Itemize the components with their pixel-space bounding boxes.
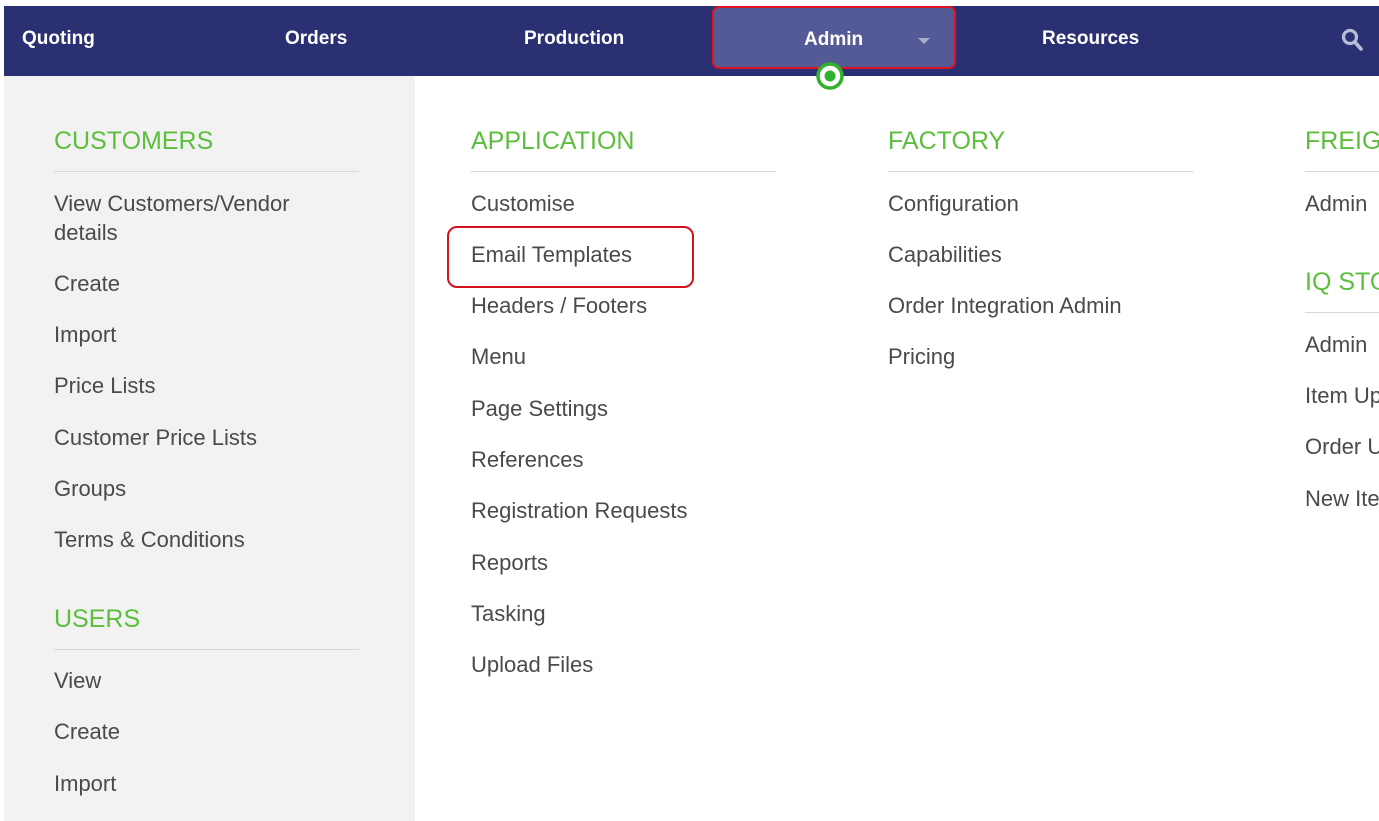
menu-link-menu[interactable]: Menu [471, 342, 526, 371]
menu-link-customers-create[interactable]: Create [54, 269, 120, 298]
menu-link-freight-admin[interactable]: Admin [1305, 189, 1367, 218]
menu-link-references[interactable]: References [471, 445, 584, 474]
top-nav-bar: Quoting Orders Production Admin Resource… [4, 6, 1379, 76]
divider [471, 171, 776, 172]
divider [54, 171, 359, 172]
divider [1305, 171, 1379, 172]
menu-link-reports[interactable]: Reports [471, 548, 548, 577]
nav-item-resources[interactable]: Resources [1042, 6, 1139, 76]
menu-link-iq-store-admin[interactable]: Admin [1305, 330, 1367, 359]
menu-link-customers-import[interactable]: Import [54, 320, 116, 349]
heading-iq-store: IQ STO [1305, 268, 1379, 296]
nav-item-admin[interactable]: Admin [712, 6, 956, 69]
menu-link-users-import[interactable]: Import [54, 769, 116, 798]
menu-link-configuration[interactable]: Configuration [888, 189, 1019, 218]
heading-customers: CUSTOMERS [54, 127, 214, 155]
heading-freight: FREIG [1305, 127, 1379, 155]
menu-link-upload-files[interactable]: Upload Files [471, 650, 593, 679]
menu-link-terms-conditions[interactable]: Terms & Conditions [54, 525, 245, 554]
chevron-down-icon [918, 38, 930, 44]
divider [54, 649, 359, 650]
menu-link-order-upload[interactable]: Order U [1305, 432, 1379, 461]
divider [888, 171, 1193, 172]
target-marker-icon [816, 62, 844, 90]
menu-link-view-customers[interactable]: View Customers/Vendor details [54, 189, 354, 247]
menu-link-customer-price-lists[interactable]: Customer Price Lists [54, 423, 257, 452]
menu-link-capabilities[interactable]: Capabilities [888, 240, 1002, 269]
menu-link-price-lists[interactable]: Price Lists [54, 371, 155, 400]
menu-link-customise[interactable]: Customise [471, 189, 575, 218]
divider [1305, 312, 1379, 313]
menu-link-groups[interactable]: Groups [54, 474, 126, 503]
menu-link-users-view[interactable]: View [54, 666, 101, 695]
heading-application: APPLICATION [471, 127, 635, 155]
menu-link-users-create[interactable]: Create [54, 717, 120, 746]
nav-item-production[interactable]: Production [524, 6, 624, 76]
menu-link-pricing[interactable]: Pricing [888, 342, 955, 371]
heading-users: USERS [54, 605, 141, 633]
menu-link-item-upload[interactable]: Item Up [1305, 381, 1379, 410]
menu-link-page-settings[interactable]: Page Settings [471, 394, 608, 423]
admin-menu-page: Quoting Orders Production Admin Resource… [0, 0, 1379, 821]
menu-link-tasking[interactable]: Tasking [471, 599, 546, 628]
nav-item-quoting[interactable]: Quoting [22, 6, 95, 76]
heading-factory: FACTORY [888, 127, 1006, 155]
menu-link-headers-footers[interactable]: Headers / Footers [471, 291, 647, 320]
nav-item-orders[interactable]: Orders [285, 6, 347, 76]
menu-link-new-item[interactable]: New Ite [1305, 484, 1379, 513]
menu-link-registration-requests[interactable]: Registration Requests [471, 496, 687, 525]
menu-link-order-integration-admin[interactable]: Order Integration Admin [888, 291, 1122, 320]
search-icon[interactable] [1341, 28, 1363, 52]
email-templates-highlight [447, 226, 694, 288]
